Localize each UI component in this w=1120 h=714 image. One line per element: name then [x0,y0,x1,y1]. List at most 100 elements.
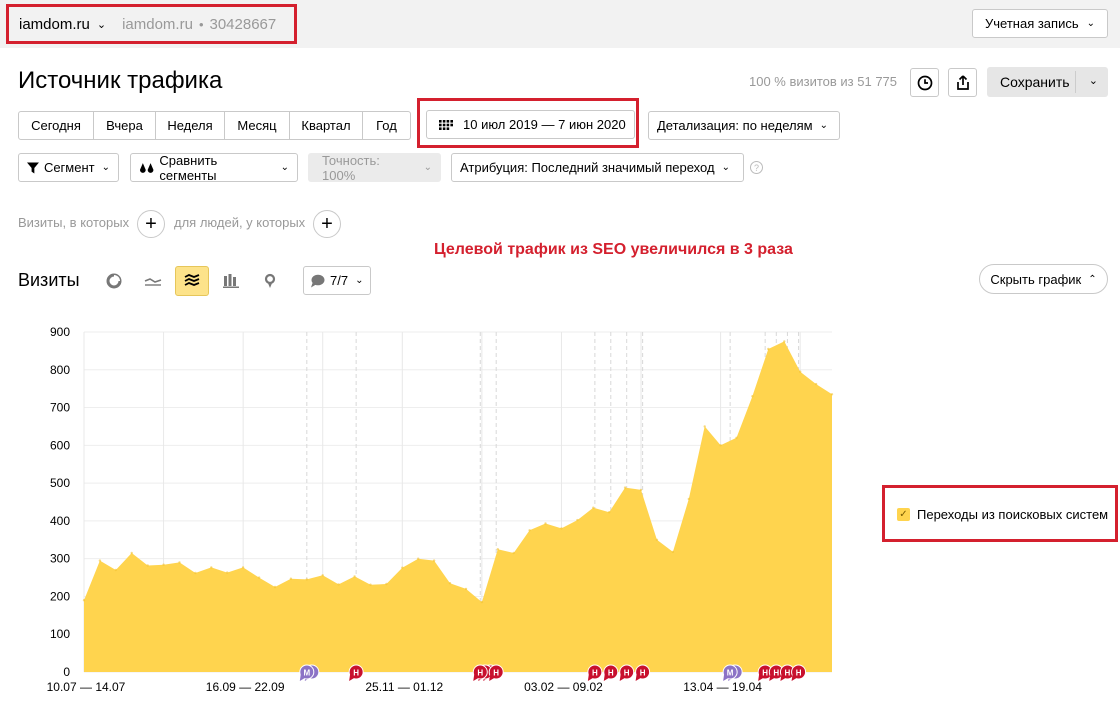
save-label: Сохранить [1000,74,1070,90]
chart-type-bar-button[interactable] [214,266,248,296]
help-icon[interactable]: ? [750,161,763,174]
data-point [305,578,308,581]
data-point [464,587,468,591]
event-marker-label: H [785,669,791,678]
site-selector[interactable]: iamdom.ru ⌄ iamdom.ru • 30428667 [6,4,297,44]
legend-item[interactable]: ✓ Переходы из поисковых систем [897,507,1108,522]
data-point [576,518,579,522]
y-tick-label: 600 [50,438,70,452]
compare-segments-button[interactable]: Сравнить сегменты ⌄ [130,153,298,183]
data-point [783,340,786,343]
chart-type-area-button[interactable] [175,266,209,296]
y-tick-label: 100 [50,627,70,641]
x-tick-label: 16.09 — 22.09 [206,680,285,694]
event-marker-label: H [608,669,614,678]
event-marker-label: H [773,669,779,678]
x-tick-label: 25.11 — 01.12 [365,680,443,694]
data-point [608,511,611,514]
checkbox-icon[interactable]: ✓ [897,508,910,521]
chart-type-map-button[interactable] [253,266,287,296]
divider [1075,71,1076,93]
comment-icon [311,274,325,287]
clock-icon [917,75,932,90]
add-visit-condition-button[interactable]: + [137,210,165,238]
data-point [528,529,531,532]
data-point [353,575,356,578]
data-point [130,551,133,555]
period-week-button[interactable]: Неделя [156,112,225,139]
event-marker-label: H [640,669,646,678]
data-point [719,444,722,447]
y-tick-label: 800 [50,363,70,377]
visits-info: 100 % визитов из 51 775 [749,74,898,89]
y-tick-label: 0 [63,665,70,679]
area-chart-icon [184,274,200,286]
period-year-button[interactable]: Год [363,112,410,139]
top-bar: iamdom.ru ⌄ iamdom.ru • 30428667 Учетная… [0,0,1120,48]
period-month-button[interactable]: Месяц [225,112,290,139]
data-point [257,576,261,579]
save-button[interactable]: Сохранить ⌄ [987,67,1108,97]
visits-chart: 0 100 200 300 400 500 600 700 800 900 10.07 — 14.0… [47,325,834,694]
plus-icon: + [321,213,333,235]
data-point [623,486,627,489]
account-button[interactable]: Учетная запись ⌄ [972,9,1108,38]
accuracy-dropdown[interactable]: Точность: 100% ⌄ [308,152,441,183]
chevron-down-icon: ⌄ [1088,75,1098,87]
data-point [496,548,499,551]
page-title: Источник трафика [18,67,223,94]
data-point [751,395,754,398]
counter-separator: • [198,16,204,32]
x-tick-label: 03.02 — 09.02 [524,680,603,694]
date-range-button[interactable]: 10 июл 2019 — 7 июн 2020 [426,110,635,139]
export-button[interactable] [948,68,977,97]
data-point [735,436,738,439]
data-point [814,382,818,386]
compare-icon [139,162,154,173]
add-people-condition-button[interactable]: + [313,210,341,238]
data-point [544,522,547,525]
people-condition-label: для людей, у которых [174,215,306,230]
data-point [226,571,229,574]
period-yesterday-button[interactable]: Вчера [94,112,156,139]
x-tick-label: 10.07 — 14.07 [47,680,126,694]
segments-count-dropdown[interactable]: 7/7 ⌄ [303,266,371,295]
chart-type-pie-button[interactable] [97,266,131,296]
data-point [655,538,659,541]
period-quarter-button[interactable]: Квартал [290,112,363,139]
event-marker-label: H [477,669,483,678]
chevron-down-icon: ⌄ [423,162,432,173]
data-point [560,527,563,530]
history-button[interactable] [910,68,939,97]
data-point [114,568,118,572]
chevron-down-icon: ⌄ [721,162,730,173]
chevron-down-icon: ⌄ [1086,18,1095,29]
y-tick-label: 400 [50,514,70,528]
y-tick-label: 200 [50,589,70,603]
chart-type-line-button[interactable] [136,266,170,296]
data-point [799,370,802,373]
chevron-down-icon: ⌄ [355,275,364,286]
data-point [210,566,213,569]
data-point [273,585,277,589]
data-point [448,582,452,585]
data-point [289,577,293,580]
data-point [830,393,834,396]
event-marker-label: H [353,669,359,678]
attribution-dropdown[interactable]: Атрибуция: Последний значимый переход ⌄ [451,153,744,182]
period-today-button[interactable]: Сегодня [19,112,94,139]
period-selector: Сегодня Вчера Неделя Месяц Квартал Год [18,111,411,140]
detail-dropdown[interactable]: Детализация: по неделям ⌄ [648,111,840,140]
hide-chart-button[interactable]: Скрыть график ⌃ [979,264,1108,294]
segment-button[interactable]: Сегмент ⌄ [18,153,119,182]
hide-chart-label: Скрыть график [990,271,1082,287]
data-point [241,566,245,569]
visits-condition-label: Визиты, в которых [18,215,130,230]
accuracy-label: Точность: 100% [322,152,380,183]
data-point [146,564,149,567]
data-point [401,566,404,569]
line-chart-icon [144,278,162,286]
plus-icon: + [145,213,157,235]
legend-label: Переходы из поисковых систем [917,507,1109,522]
data-point [480,600,484,604]
